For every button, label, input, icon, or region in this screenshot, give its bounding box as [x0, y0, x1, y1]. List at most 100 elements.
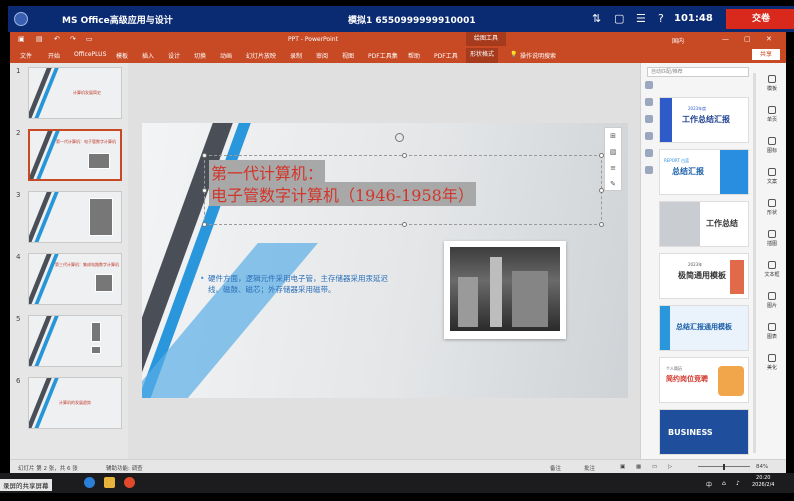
tool-shape[interactable]: 形状 — [758, 199, 786, 227]
tab-record[interactable]: 录制 — [290, 51, 302, 60]
tab-animations[interactable]: 动画 — [220, 51, 232, 60]
tab-pdf-toolset[interactable]: PDF工具集 — [368, 51, 398, 60]
template-card-7[interactable]: BUSINESS — [659, 409, 749, 455]
tool-single-page[interactable]: 单页 — [758, 106, 786, 134]
pane-scrollbar[interactable] — [753, 73, 756, 453]
beautify-icon — [768, 354, 776, 362]
close-icon[interactable]: ✕ — [766, 35, 772, 43]
tab-transitions[interactable]: 切换 — [194, 51, 206, 60]
slide-title-line1[interactable]: 第一代计算机： — [209, 160, 326, 184]
tab-officeplus[interactable]: OfficePLUS — [74, 51, 106, 58]
tool-textbox[interactable]: 文本框 — [758, 261, 786, 289]
resize-handle[interactable] — [402, 222, 407, 227]
template-card-1[interactable]: 2023年度 工作总结汇报 — [659, 97, 749, 143]
category-icon[interactable] — [645, 166, 653, 174]
volume-icon[interactable]: ♪ — [736, 480, 740, 487]
tab-view[interactable]: 视图 — [342, 51, 354, 60]
tool-picture[interactable]: 图片 — [758, 292, 786, 320]
share-button[interactable]: 共享 — [752, 49, 780, 60]
sorter-view-icon[interactable]: ▦ — [636, 464, 641, 470]
tab-design[interactable]: 设计 — [168, 51, 180, 60]
reading-view-icon[interactable]: ▭ — [652, 464, 657, 470]
rotate-handle-icon[interactable] — [395, 133, 404, 142]
undo-icon[interactable]: ↶ — [54, 35, 60, 43]
tool-template[interactable]: 模板 — [758, 75, 786, 103]
template-card-4[interactable]: 2023年 极简通用模板 — [659, 253, 749, 299]
submit-button[interactable]: 交卷 — [726, 9, 794, 29]
title-textbox[interactable]: 第一代计算机： 电子管数字计算机（1946-1958年） — [202, 153, 604, 227]
window-icon[interactable]: ▢ — [614, 12, 624, 25]
slide-body-text[interactable]: • 硬件方面，逻辑元件采用电子管，主存储器采用汞延迟线、磁鼓、磁芯；外存储器采用… — [200, 273, 398, 295]
template-card-3[interactable]: 工作总结 — [659, 201, 749, 247]
list-icon[interactable]: ☰ — [636, 12, 646, 25]
tool-chart[interactable]: 图表 — [758, 323, 786, 351]
current-slide[interactable]: 第一代计算机： 电子管数字计算机（1946-1958年） • 硬件方面，逻辑元件… — [142, 123, 628, 398]
slide-thumbnail-5[interactable] — [28, 315, 122, 367]
resize-handle[interactable] — [202, 153, 207, 158]
save-icon[interactable]: ▤ — [36, 35, 43, 43]
tab-shape-format[interactable]: 形状格式 — [466, 48, 499, 63]
category-icon[interactable] — [645, 115, 653, 123]
resize-handle[interactable] — [202, 222, 207, 227]
tool-illustration[interactable]: 插图 — [758, 230, 786, 258]
resize-handle[interactable] — [402, 153, 407, 158]
redo-icon[interactable]: ↷ — [70, 35, 76, 43]
network-icon[interactable]: ⇅ — [592, 12, 601, 25]
resize-handle[interactable] — [202, 188, 207, 193]
present-icon[interactable]: ▭ — [86, 35, 93, 43]
tell-me-search[interactable]: 操作说明搜索 — [520, 51, 556, 60]
template-card-6[interactable]: 个人简历 简约岗位竞聘 — [659, 357, 749, 403]
tab-review[interactable]: 审阅 — [316, 51, 328, 60]
category-icon[interactable] — [645, 132, 653, 140]
comments-button[interactable]: 批注 — [584, 464, 595, 472]
zoom-slider-knob[interactable] — [723, 464, 725, 470]
user-name[interactable]: 国内 — [672, 36, 684, 45]
computer-photo[interactable] — [444, 241, 566, 339]
maximize-icon[interactable]: ▢ — [744, 35, 751, 43]
template-subtitle: 2023年度 — [688, 106, 707, 111]
tab-slideshow[interactable]: 幻灯片放映 — [246, 51, 276, 60]
folder-icon[interactable] — [104, 477, 115, 488]
slide-thumbnail-6[interactable]: 计算机的发展趋势 — [28, 377, 122, 429]
tab-help[interactable]: 帮助 — [408, 51, 420, 60]
slide-thumbnail-1[interactable]: 计算机发展简史 — [28, 67, 122, 119]
network-tray-icon[interactable]: ⌂ — [722, 480, 726, 487]
slide-thumbnail-2[interactable]: 第一代计算机：电子管数字计算机 — [28, 129, 122, 181]
slide-thumbnail-4[interactable]: 第三代计算机：集成电路数字计算机 — [28, 253, 122, 305]
designer-icon[interactable]: ✎ — [605, 176, 621, 192]
system-clock[interactable]: 20:20 2026/2/4 — [752, 475, 774, 489]
slide-thumbnail-3[interactable] — [28, 191, 122, 243]
layout-options-icon[interactable]: ⊞ — [605, 128, 621, 144]
category-icon[interactable] — [645, 81, 653, 89]
resize-handle[interactable] — [599, 222, 604, 227]
tab-home[interactable]: 开始 — [48, 51, 60, 60]
slide-title-line2[interactable]: 电子管数字计算机（1946-1958年） — [209, 182, 476, 206]
tab-pdf-tools[interactable]: PDF工具 — [434, 51, 458, 60]
align-icon[interactable]: ≡ — [605, 160, 621, 176]
app-icon[interactable] — [124, 477, 135, 488]
tool-icons[interactable]: 图标 — [758, 137, 786, 165]
template-search-input[interactable]: 自动匹配/推荐 — [647, 67, 749, 77]
tool-copy[interactable]: 文案 — [758, 168, 786, 196]
template-card-2[interactable]: REPORT 白蓝 总结汇报 — [659, 149, 749, 195]
normal-view-icon[interactable]: ▣ — [620, 464, 625, 470]
category-icon[interactable] — [645, 149, 653, 157]
minimize-icon[interactable]: — — [722, 35, 729, 43]
tool-beautify[interactable]: 美化 — [758, 354, 786, 382]
tab-file[interactable]: 文件 — [20, 51, 32, 60]
autosave-icon[interactable]: ▣ — [18, 35, 25, 43]
zoom-level[interactable]: 84% — [756, 464, 768, 470]
style-icon[interactable]: ▧ — [605, 144, 621, 160]
ime-indicator[interactable]: 中 — [706, 480, 712, 489]
help-icon[interactable]: ? — [658, 12, 664, 25]
edge-icon[interactable] — [84, 477, 95, 488]
tab-templates[interactable]: 模板 — [116, 51, 128, 60]
slideshow-view-icon[interactable]: ▷ — [668, 464, 672, 470]
notes-button[interactable]: 备注 — [550, 464, 561, 472]
clock-time: 20:20 — [756, 475, 771, 481]
category-icon[interactable] — [645, 98, 653, 106]
slide-editor: 第一代计算机： 电子管数字计算机（1946-1958年） • 硬件方面，逻辑元件… — [128, 63, 640, 459]
accessibility-status[interactable]: 辅助功能: 调查 — [106, 464, 143, 472]
tab-insert[interactable]: 插入 — [142, 51, 154, 60]
template-card-5[interactable]: 总结汇报通用模板 — [659, 305, 749, 351]
